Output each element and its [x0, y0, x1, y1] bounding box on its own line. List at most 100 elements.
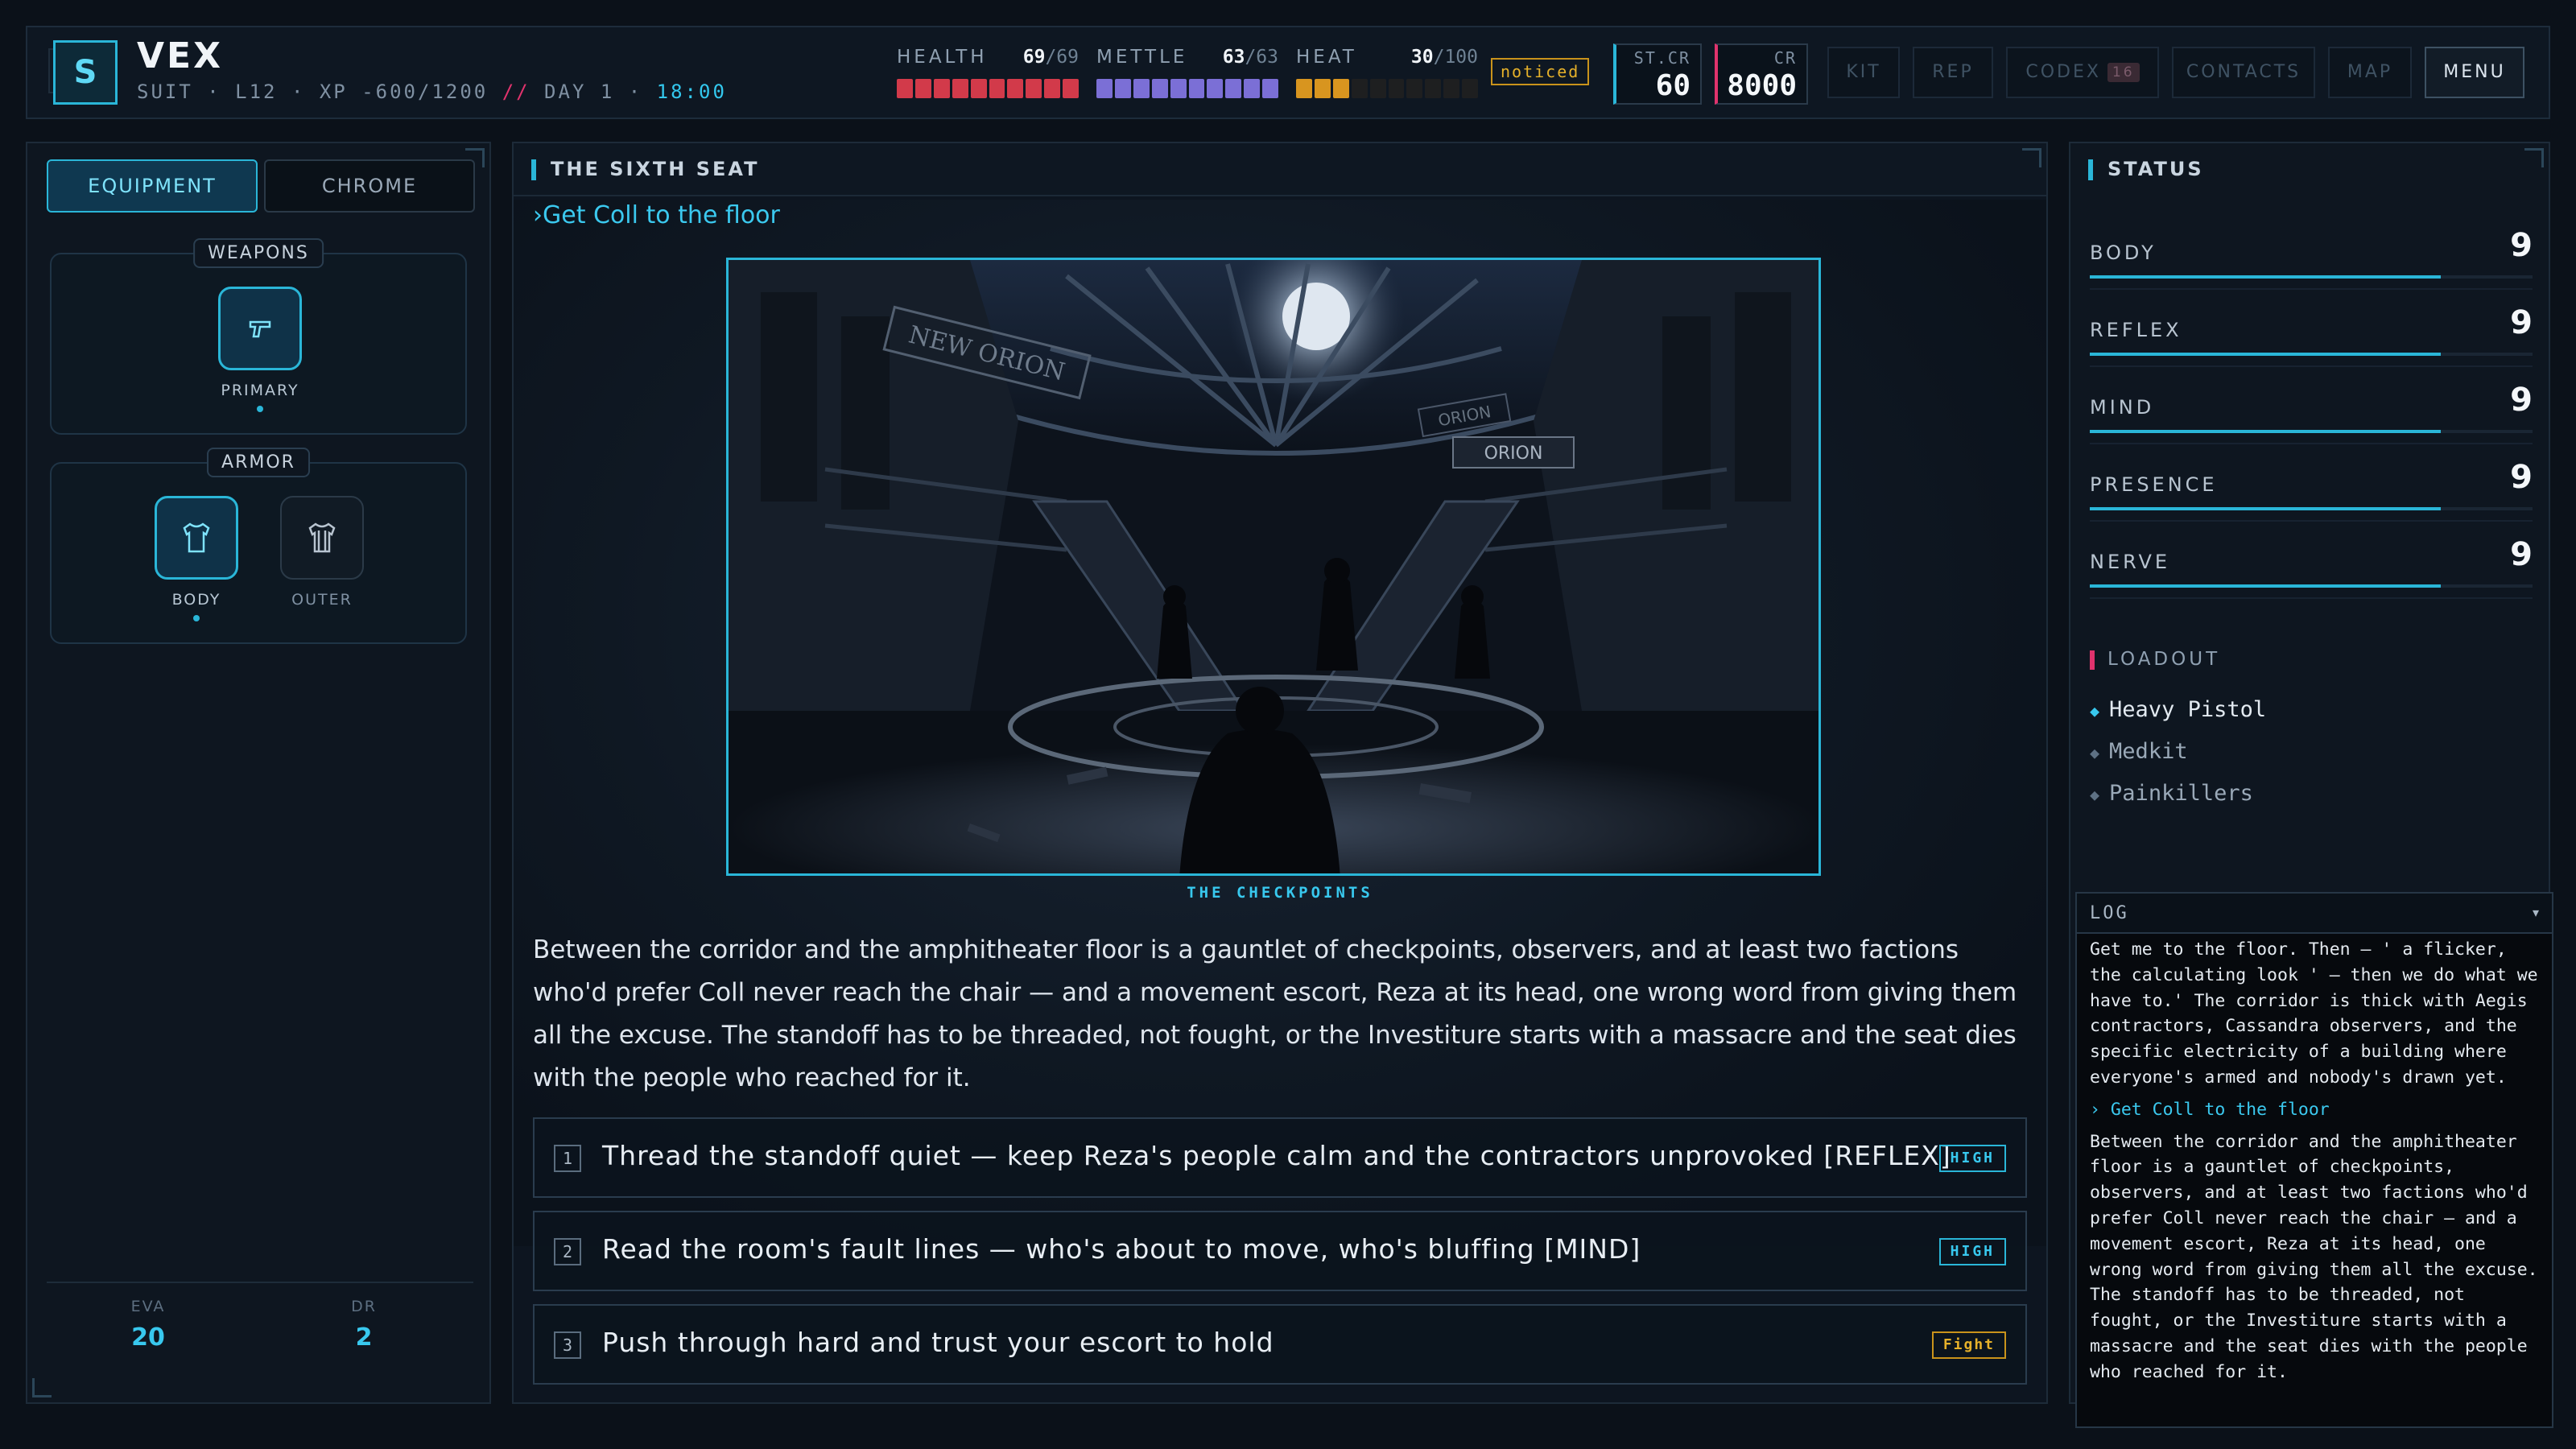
separator: // — [502, 80, 530, 103]
loadout-item[interactable]: ◆ Painkillers — [2090, 781, 2253, 806]
credits: CR 8000 — [1715, 43, 1808, 105]
log-body[interactable]: Get me to the floor. Then — ' a flicker,… — [2090, 937, 2541, 1420]
street-credits-value: 60 — [1655, 69, 1690, 102]
primary-weapon-slot[interactable]: PRIMARY — [218, 287, 302, 412]
bar-segment — [1225, 79, 1242, 98]
narrative-text: Between the corridor and the amphitheate… — [533, 935, 2017, 1092]
attribute-value: 9 — [2510, 304, 2533, 341]
shirt-icon[interactable] — [155, 496, 238, 580]
bar-segment — [1026, 79, 1042, 98]
attribute-nerve: NERVE 9 — [2090, 522, 2533, 599]
loadout-item-label: Heavy Pistol — [2109, 697, 2267, 722]
outer-label: OUTER — [291, 591, 353, 609]
bar-segment — [1262, 79, 1279, 98]
heat-status-badge: noticed — [1491, 58, 1590, 85]
outer-armor-slot[interactable]: OUTER — [280, 496, 364, 609]
diamond-icon: ◆ — [2090, 701, 2100, 720]
tab-chrome[interactable]: CHROME — [264, 159, 475, 213]
bar-segment — [933, 79, 950, 98]
bar-segment — [1170, 79, 1187, 98]
armor-group: ARMOR BODY OUTER — [50, 448, 467, 644]
heat-bar — [1296, 79, 1479, 98]
codex-button[interactable]: CODEX 16 — [2006, 47, 2159, 98]
damage-reduction-value: 2 — [355, 1323, 373, 1352]
attribute-label: NERVE — [2090, 551, 2171, 573]
health-bar — [897, 79, 1080, 98]
log-header[interactable]: LOG ▾ — [2077, 894, 2552, 934]
bar-segment — [1388, 79, 1405, 98]
choice-number: 2 — [554, 1238, 581, 1265]
bar-segment — [1462, 79, 1479, 98]
codex-count-badge: 16 — [2107, 63, 2140, 82]
scene-panel: THE SIXTH SEAT ›Get Coll to the floor NE… — [512, 142, 2048, 1404]
choice-option[interactable]: 1 Thread the standoff quiet — keep Reza'… — [533, 1117, 2027, 1198]
attribute-label: PRESENCE — [2090, 473, 2218, 496]
bar-segment — [1369, 79, 1386, 98]
chevron-down-icon[interactable]: ▾ — [2533, 905, 2539, 920]
status-title: STATUS — [2107, 158, 2204, 180]
contacts-button[interactable]: CONTACTS — [2172, 47, 2315, 98]
bar-segment — [1296, 79, 1312, 98]
event-log[interactable]: LOG ▾ Get me to the floor. Then — ' a fl… — [2075, 892, 2553, 1428]
codex-label: CODEX — [2025, 62, 2101, 82]
health-label: HEALTH — [897, 47, 988, 68]
body-armor-slot[interactable]: BODY — [155, 496, 238, 621]
bar-segment — [1244, 79, 1261, 98]
evasion-label: EVA — [130, 1298, 166, 1315]
frame-corner — [32, 1378, 52, 1397]
bar-segment — [1443, 79, 1460, 98]
body-label: BODY — [171, 591, 221, 609]
ruined-atrium-illustration: NEW ORION ORION ORION — [729, 260, 1818, 873]
character-name: VEX — [137, 35, 224, 76]
attribute-value: 9 — [2510, 227, 2533, 264]
scene-title: THE SIXTH SEAT — [551, 158, 760, 180]
mettle-meter: METTLE 63/63 — [1096, 47, 1279, 98]
choice-option[interactable]: 3 Push through hard and trust your escor… — [533, 1304, 2027, 1385]
attribute-bar — [2090, 353, 2533, 356]
bar-segment — [1151, 79, 1168, 98]
difficulty-badge: Fight — [1931, 1331, 2006, 1359]
armor-label: ARMOR — [207, 448, 310, 477]
choice-option[interactable]: 2 Read the room's fault lines — who's ab… — [533, 1211, 2027, 1291]
primary-label: PRIMARY — [221, 382, 299, 399]
rep-button[interactable]: REP — [1913, 47, 1993, 98]
loadout-item[interactable]: ◆ Medkit — [2090, 739, 2188, 764]
health-meter: HEALTH 69/69 — [897, 47, 1080, 98]
bar-segment — [952, 79, 968, 98]
kit-button[interactable]: KIT — [1827, 47, 1900, 98]
bar-segment — [1406, 79, 1423, 98]
equipment-panel: EQUIPMENT CHROME WEAPONS PRIMARY ARMOR B… — [26, 142, 491, 1404]
tab-equipment[interactable]: EQUIPMENT — [47, 159, 258, 213]
choice-text: Thread the standoff quiet — keep Reza's … — [602, 1140, 1951, 1171]
bar-segment — [1007, 79, 1024, 98]
choice-text: Push through hard and trust your escort … — [602, 1327, 1274, 1358]
attribute-label: REFLEX — [2090, 319, 2182, 341]
log-objective: › Get Coll to the floor — [2090, 1099, 2330, 1120]
choice-number: 1 — [554, 1145, 581, 1172]
bar-segment — [1114, 79, 1131, 98]
bar-segment — [1096, 79, 1113, 98]
bar-segment — [1044, 79, 1061, 98]
heat-meter: HEAT 30/100 — [1296, 47, 1479, 98]
heat-label: HEAT — [1296, 47, 1357, 68]
scene-caption: THE CHECKPOINTS — [1187, 884, 1373, 902]
loadout-item-label: Painkillers — [2109, 781, 2253, 806]
street-credits: ST.CR 60 — [1613, 43, 1702, 105]
menu-button[interactable]: MENU — [2425, 47, 2524, 98]
weapons-label: WEAPONS — [193, 238, 324, 268]
mettle-bar — [1096, 79, 1279, 98]
bar-segment — [1063, 79, 1080, 98]
attribute-value: 9 — [2510, 382, 2533, 419]
damage-reduction-label: DR — [351, 1298, 377, 1315]
bar-segment — [1332, 79, 1349, 98]
jacket-icon[interactable] — [280, 496, 364, 580]
loadout-item[interactable]: ◆ Heavy Pistol — [2090, 697, 2266, 722]
day-label: DAY 1 · — [544, 80, 643, 103]
frame-corner — [2524, 148, 2544, 167]
credits-value: 8000 — [1727, 69, 1797, 102]
pistol-icon[interactable] — [218, 287, 302, 370]
attribute-presence: PRESENCE 9 — [2090, 444, 2533, 522]
attribute-reflex: REFLEX 9 — [2090, 290, 2533, 367]
health-value: 69 — [1022, 47, 1046, 68]
map-button[interactable]: MAP — [2328, 47, 2412, 98]
